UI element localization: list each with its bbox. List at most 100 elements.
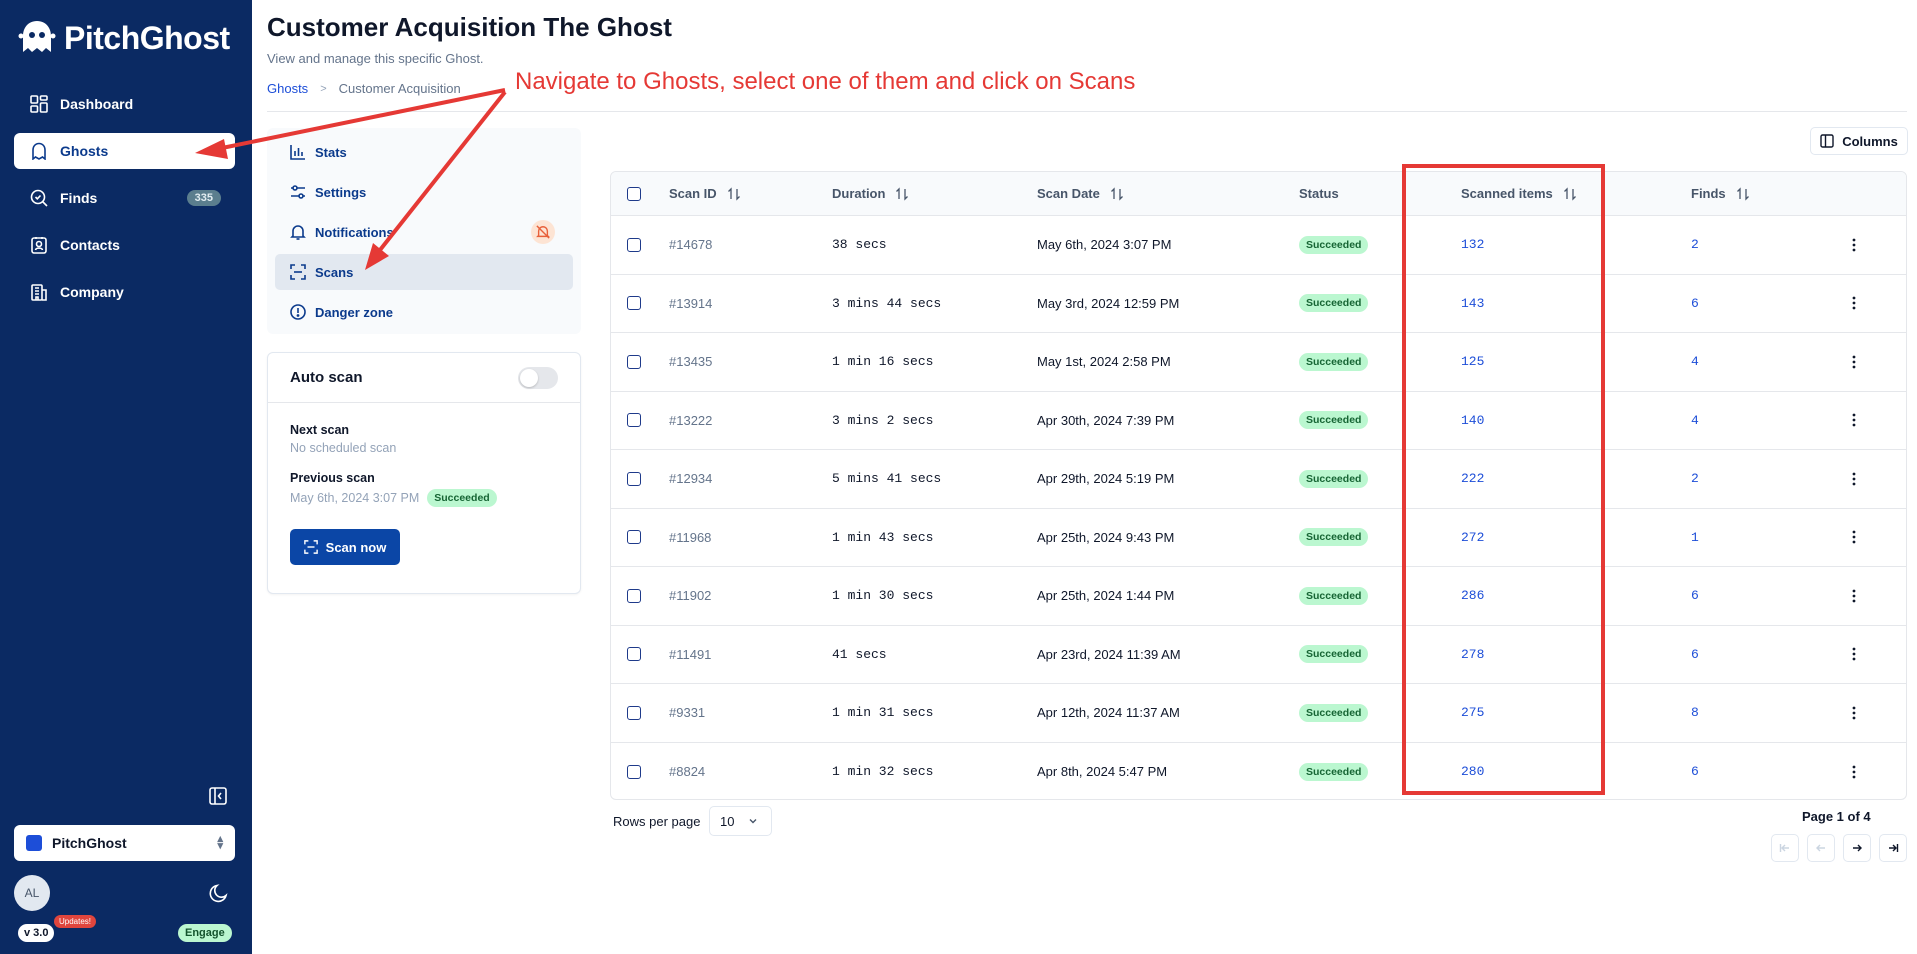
status-badge: Succeeded [1299,411,1369,430]
collapse-sidebar-icon[interactable] [208,786,228,806]
more-vertical-icon[interactable] [1846,529,1862,545]
finds-link[interactable]: 8 [1691,684,1699,742]
sidebar-item-label: Contacts [60,237,120,253]
menu-item-stats[interactable]: Stats [275,134,573,170]
finds-link[interactable]: 6 [1691,743,1699,800]
scan-now-label: Scan now [325,539,387,555]
row-checkbox[interactable] [627,296,641,311]
page-title: Customer Acquisition The Ghost [267,12,672,42]
row-checkbox[interactable] [627,588,641,603]
engage-badge[interactable]: Engage [178,924,232,942]
first-page-button[interactable] [1771,834,1799,862]
table-row[interactable]: #12934 5 mins 41 secs Apr 29th, 2024 5:19 … [611,450,1906,509]
row-checkbox[interactable] [627,705,641,720]
table-row[interactable]: #8824 1 min 32 secs Apr 8th, 2024 5:47 PM S… [611,743,1906,800]
more-vertical-icon[interactable] [1846,471,1862,487]
more-vertical-icon[interactable] [1846,764,1862,780]
row-checkbox[interactable] [627,413,641,428]
table-row[interactable]: #11902 1 min 30 secs Apr 25th, 2024 1:44 P… [611,567,1906,626]
last-page-button[interactable] [1879,834,1907,862]
avatar[interactable]: AL [14,875,50,911]
row-checkbox[interactable] [627,764,641,779]
status-badge: Succeeded [1299,703,1369,722]
header-scan-date[interactable]: Scan Date [1037,172,1124,215]
bell-off-icon [531,220,555,244]
ghost-menu: Stats Settings Notifications Scans Dange… [267,128,581,334]
menu-item-danger-zone[interactable]: Danger zone [275,294,573,330]
next-page-button[interactable] [1843,834,1871,862]
row-checkbox[interactable] [627,237,641,252]
row-checkbox-cell [627,509,641,567]
previous-page-button[interactable] [1807,834,1835,862]
rows-per-page-select[interactable]: 10 [709,806,772,836]
status-badge: Succeeded [1299,762,1369,781]
finds-link[interactable]: 4 [1691,333,1699,391]
finds-link[interactable]: 4 [1691,392,1699,450]
sidebar-item-finds[interactable]: Finds 335 [14,180,235,216]
org-select[interactable]: PitchGhost ▴ ▾ [14,825,235,861]
columns-icon [1820,134,1834,148]
finds-link[interactable]: 6 [1691,275,1699,333]
header-finds[interactable]: Finds [1691,172,1750,215]
duration-cell: 1 min 30 secs [832,588,934,604]
breadcrumb-link-ghosts[interactable]: Ghosts [267,81,308,96]
row-actions-cell [1846,333,1862,391]
more-vertical-icon[interactable] [1846,646,1862,662]
sidebar-item-contacts[interactable]: Contacts [14,227,235,263]
table-row[interactable]: #9331 1 min 31 secs Apr 12th, 2024 11:37 A… [611,684,1906,743]
menu-item-settings[interactable]: Settings [275,174,573,210]
columns-button[interactable]: Columns [1810,127,1908,155]
search-check-icon [29,188,49,208]
contact-icon [29,235,49,255]
sidebar-item-ghosts[interactable]: Ghosts [14,133,235,169]
row-checkbox[interactable] [627,471,641,486]
row-checkbox-cell [627,684,641,742]
table-row[interactable]: #13914 3 mins 44 secs May 3rd, 2024 12:59 … [611,275,1906,333]
moon-icon[interactable] [208,882,230,904]
more-vertical-icon[interactable] [1846,354,1862,370]
row-actions-cell [1846,684,1862,742]
menu-item-scans[interactable]: Scans [275,254,573,290]
row-checkbox-cell [627,333,641,391]
row-checkbox[interactable] [627,647,641,662]
table-row[interactable]: #13435 1 min 16 secs May 1st, 2024 2:58 PM… [611,333,1906,392]
table-row[interactable]: #14678 38 secs May 6th, 2024 3:07 PM Succee… [611,216,1906,275]
auto-scan-card: Auto scan Next scan No scheduled scan Pr… [267,352,581,594]
row-checkbox-cell [627,626,641,684]
status-cell: Succeeded [1299,333,1369,391]
more-vertical-icon[interactable] [1846,237,1862,253]
scan-id-cell: #14678 [669,237,713,253]
auto-scan-toggle[interactable] [518,366,558,389]
row-checkbox[interactable] [627,530,641,545]
status-cell: Succeeded [1299,392,1369,450]
more-vertical-icon[interactable] [1846,295,1862,311]
finds-link[interactable]: 2 [1691,450,1699,508]
sidebar-item-company[interactable]: Company [14,274,235,310]
logo[interactable]: PitchGhost [18,18,230,58]
header-scan-id[interactable]: Scan ID [669,172,741,215]
finds-link[interactable]: 6 [1691,626,1699,684]
table-row[interactable]: #11968 1 min 43 secs Apr 25th, 2024 9:43 P… [611,509,1906,567]
scan-now-button[interactable]: Scan now [290,529,400,565]
auto-scan-header: Auto scan [268,353,580,403]
status-cell: Succeeded [1299,743,1369,800]
menu-item-label: Settings [315,184,367,200]
more-vertical-icon[interactable] [1846,588,1862,604]
version-badge[interactable]: v 3.0 [18,924,55,942]
menu-item-notifications[interactable]: Notifications [275,214,573,250]
sidebar-nav: Dashboard Ghosts Finds 335 Contacts Comp… [14,86,235,321]
select-all-checkbox[interactable] [627,186,641,201]
header-duration[interactable]: Duration [832,172,909,215]
sidebar-item-dashboard[interactable]: Dashboard [14,86,235,122]
page-info: Page 1 of 4 [1802,809,1871,824]
row-checkbox[interactable] [627,354,641,369]
table-row[interactable]: #11491 41 secs Apr 23rd, 2024 11:39 AM Succ… [611,626,1906,684]
finds-link[interactable]: 6 [1691,567,1699,625]
finds-link[interactable]: 2 [1691,216,1699,274]
finds-link[interactable]: 1 [1691,509,1699,567]
more-vertical-icon[interactable] [1846,705,1862,721]
scan-date-cell: May 1st, 2024 2:58 PM [1037,354,1171,370]
table-row[interactable]: #13222 3 mins 2 secs Apr 30th, 2024 7:39 P… [611,392,1906,450]
sidebar-item-label: Dashboard [60,96,134,112]
more-vertical-icon[interactable] [1846,412,1862,428]
